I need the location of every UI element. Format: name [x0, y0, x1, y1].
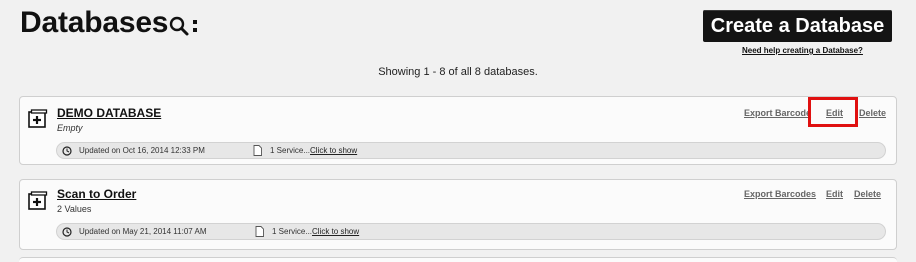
services-text: 1 Service...Click to show: [270, 146, 357, 155]
database-plus-icon: [28, 191, 48, 210]
click-to-show-link[interactable]: Click to show: [310, 146, 357, 155]
database-name-link[interactable]: DEMO DATABASE: [57, 106, 161, 120]
export-barcodes-link[interactable]: Export Barcodes: [744, 189, 816, 199]
delete-link[interactable]: Delete: [859, 108, 886, 118]
info-bar: Updated on May 21, 2014 11:07 AM 1 Servi…: [56, 223, 886, 240]
database-name-link[interactable]: Scan to Order: [57, 187, 136, 201]
database-value-count: 2 Values: [57, 204, 92, 214]
delete-link[interactable]: Delete: [854, 189, 881, 199]
info-bar: Updated on Oct 16, 2014 12:33 PM 1 Servi…: [56, 142, 886, 159]
services-count: 1 Service...: [272, 227, 313, 236]
database-card: DEMO DATABASE Empty Export Barcode Edit …: [19, 96, 897, 165]
services-text: 1 Service...Click to show: [272, 227, 359, 236]
clock-icon: [62, 227, 72, 237]
document-icon: [255, 226, 264, 237]
database-status: Empty: [57, 123, 83, 133]
click-to-show-link[interactable]: Click to show: [312, 227, 359, 236]
edit-highlight-box: [808, 97, 858, 127]
updated-text: Updated on May 21, 2014 11:07 AM: [79, 227, 207, 236]
document-icon: [253, 145, 262, 156]
database-plus-icon: [28, 109, 48, 128]
help-link[interactable]: Need help creating a Database?: [742, 46, 863, 55]
edit-link[interactable]: Edit: [826, 189, 843, 199]
next-card-edge: [19, 257, 897, 262]
results-summary: Showing 1 - 8 of all 8 databases.: [378, 66, 538, 78]
export-barcode-link[interactable]: Export Barcode: [744, 108, 811, 118]
clock-icon: [62, 146, 72, 156]
services-count: 1 Service...: [270, 146, 311, 155]
database-card: Scan to Order 2 Values Export Barcodes E…: [19, 179, 897, 250]
create-database-button[interactable]: Create a Database: [703, 10, 892, 42]
page-title: Databases: [20, 6, 169, 39]
updated-text: Updated on Oct 16, 2014 12:33 PM: [79, 146, 205, 155]
search-options-icon[interactable]: [169, 16, 201, 38]
